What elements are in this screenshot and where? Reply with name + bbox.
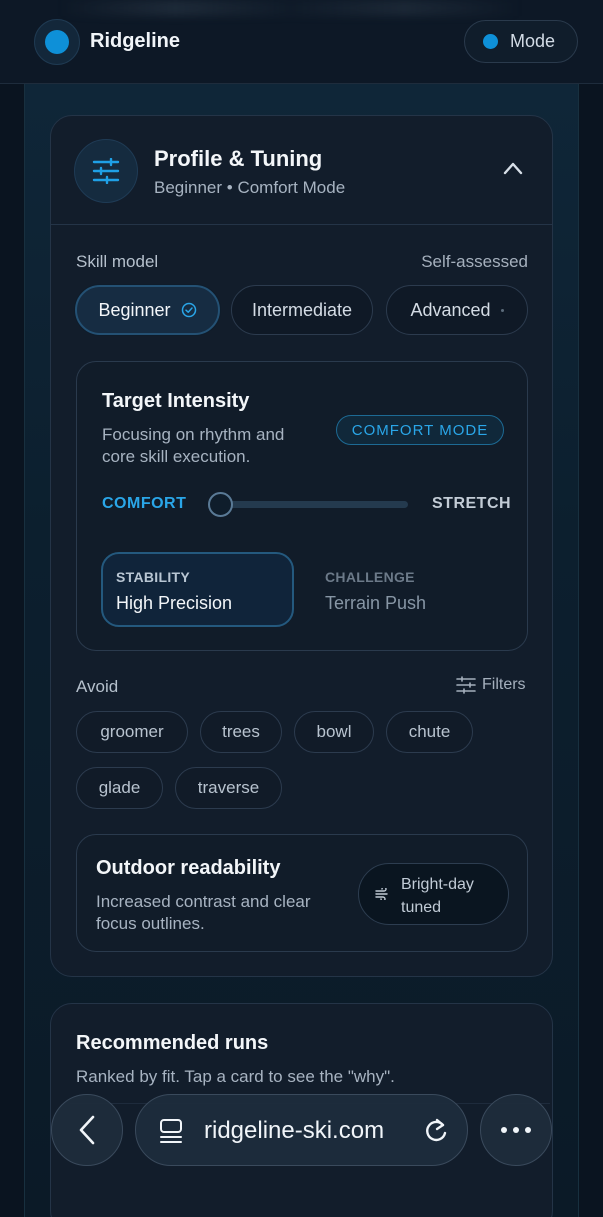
stability-value: High Precision [116, 593, 233, 613]
recommended-subtitle: Ranked by fit. Tap a card to see the "wh… [76, 1067, 395, 1086]
wind-icon [375, 888, 388, 900]
blurred-status-area [60, 0, 520, 16]
skill-meta: Self-assessed [421, 252, 528, 271]
card-subtitle: Beginner • Comfort Mode [154, 178, 346, 197]
comfort-mode-badge: COMFORT MODE [336, 415, 504, 445]
stability-option[interactable]: STABILITY High Precision [101, 552, 294, 627]
avoid-chip[interactable]: traverse [175, 767, 282, 809]
sliders-icon [92, 158, 120, 184]
filter-sliders-icon [456, 676, 476, 694]
target-intensity-panel: Target Intensity Focusing on rhythm and … [76, 361, 528, 651]
avoid-chip[interactable]: trees [200, 711, 282, 753]
avoid-chip[interactable]: groomer [76, 711, 188, 753]
tabs-icon [160, 1119, 182, 1143]
challenge-option[interactable]: CHALLENGE Terrain Push [312, 552, 505, 627]
skill-label: Advanced [410, 299, 491, 320]
profile-tuning-card: Profile & Tuning Beginner • Comfort Mode… [50, 115, 553, 977]
intensity-description: Focusing on rhythm and core skill execut… [102, 425, 285, 466]
mode-label: Mode [510, 31, 556, 51]
skill-label: Beginner [98, 299, 171, 320]
back-button[interactable] [51, 1094, 123, 1166]
top-bar: Ridgeline Mode [0, 0, 603, 84]
outdoor-readability-panel: Outdoor readability Increased contrast a… [76, 834, 528, 952]
outdoor-title: Outdoor readability [96, 857, 281, 879]
check-circle-icon [181, 302, 196, 318]
avoid-chip[interactable]: glade [76, 767, 163, 809]
tune-icon-badge [74, 139, 138, 203]
slider-right-label: STRETCH [432, 495, 512, 512]
intensity-slider-handle[interactable] [207, 492, 233, 517]
challenge-value: Terrain Push [325, 593, 427, 613]
skill-intermediate-button[interactable]: Intermediate [231, 285, 373, 335]
filters-label: Filters [482, 676, 526, 693]
skill-beginner-button[interactable]: Beginner [75, 285, 220, 335]
avoid-chip[interactable]: bowl [294, 711, 374, 753]
challenge-label: CHALLENGE [325, 569, 415, 585]
card-title: Profile & Tuning [154, 146, 323, 171]
stability-label: STABILITY [116, 569, 190, 585]
avoid-label: Avoid [76, 677, 119, 696]
avoid-chip[interactable]: chute [386, 711, 473, 753]
reload-icon[interactable] [423, 1117, 449, 1145]
mode-button[interactable]: Mode [464, 20, 578, 63]
recommended-title: Recommended runs [76, 1032, 269, 1054]
url-text: ridgeline-ski.com [204, 1117, 385, 1144]
slider-left-label: COMFORT [102, 495, 187, 512]
intensity-title: Target Intensity [102, 390, 250, 412]
filters-button[interactable]: Filters [456, 676, 526, 694]
address-bar[interactable]: ridgeline-ski.com [135, 1094, 468, 1166]
bright-day-toggle[interactable]: Bright-day tuned [358, 863, 509, 925]
skill-model-label: Skill model [76, 252, 159, 271]
card-header[interactable]: Profile & Tuning Beginner • Comfort Mode [51, 116, 552, 225]
brand-logo[interactable] [34, 19, 80, 65]
outdoor-description: Increased contrast and clear focus outli… [96, 892, 311, 933]
more-dots-icon [501, 1127, 531, 1133]
brand-name: Ridgeline [90, 30, 181, 52]
more-button[interactable] [480, 1094, 552, 1166]
chevron-up-icon[interactable] [503, 161, 523, 175]
intensity-slider-track[interactable] [210, 501, 408, 508]
skill-label: Intermediate [251, 299, 353, 320]
bright-day-label: Bright-day tuned [401, 876, 474, 916]
back-chevron-icon [79, 1115, 95, 1145]
brand-dot-icon [45, 30, 69, 54]
dot-icon [500, 308, 504, 312]
skill-advanced-button[interactable]: Advanced [386, 285, 528, 335]
mode-dot-icon [483, 34, 498, 49]
